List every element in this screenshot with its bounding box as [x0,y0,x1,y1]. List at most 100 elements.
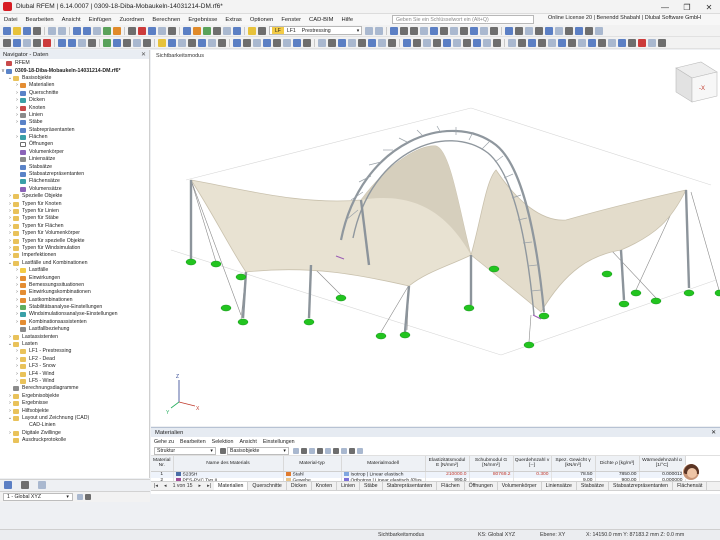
tree-item[interactable]: Berechnungsdiagramme [0,385,149,392]
tool-icon[interactable] [223,26,231,35]
tool-icon[interactable] [303,38,311,47]
minimize-button[interactable]: — [654,0,676,14]
close-button[interactable]: ✕ [698,0,720,14]
tool-icon[interactable] [515,26,524,35]
view-icon[interactable] [93,26,101,35]
table-cell[interactable]: 80769.2 [469,471,514,478]
print-icon[interactable] [33,26,41,35]
tree-item[interactable]: › Einwirkungen [0,274,149,281]
tree-item[interactable]: › Stäbe [0,119,149,126]
tree-item[interactable]: › LF3 - Snow [0,363,149,370]
tool-icon[interactable] [341,447,347,454]
tool-icon[interactable] [493,38,501,47]
tree-item[interactable]: › LF2 - Dead [0,356,149,363]
tool-icon[interactable] [33,38,41,47]
tree-item[interactable]: Öffnungen [0,141,149,148]
tool-icon[interactable] [253,38,261,47]
tree-item[interactable]: › Lastkombinationen [0,297,149,304]
filter-icon[interactable] [220,447,226,454]
view-icon[interactable] [73,26,81,35]
tool-icon[interactable] [565,26,574,35]
table-cell[interactable]: 1 [151,471,174,478]
tool-icon[interactable] [463,38,471,47]
tool-icon[interactable] [283,38,291,47]
table-cell[interactable]: 0.300 [513,471,552,478]
tool-icon[interactable] [420,26,429,35]
tree-item[interactable]: ⌄ Lasten [0,341,149,348]
panel-menu-settings[interactable]: Einstellungen [263,439,295,445]
tool-icon[interactable] [233,38,241,47]
tool-icon[interactable] [133,38,141,47]
column-header[interactable]: Querdehnzahl v [--] [513,456,552,472]
table-row[interactable]: 1 S235H Stahl Isotrop | Linear elastisch 210… [151,471,686,478]
tree-item[interactable]: › Ergebnisse [0,400,149,407]
tool-icon[interactable] [535,26,544,35]
tool-icon[interactable] [263,38,271,47]
tree-item[interactable]: ⌄ Layout und Zeichnung (CAD) [0,415,149,422]
column-header[interactable]: Spez. Gewicht γ [kN/m³] [551,456,596,472]
tree-item[interactable]: › Lastfälle [0,267,149,274]
tool-icon[interactable] [388,38,396,47]
tree-item[interactable]: Lastfallbeziehung [0,326,149,333]
tool-icon[interactable] [555,26,564,35]
tree-item[interactable]: › Kombinationsassistenten [0,319,149,326]
tool-icon[interactable] [198,38,206,47]
tool-icon[interactable] [525,26,534,35]
tool-icon[interactable] [318,38,326,47]
display-tab-icon[interactable] [21,481,29,489]
tool-icon[interactable] [317,447,323,454]
tree-item[interactable]: › Querschnitte [0,90,149,97]
load-case-select[interactable]: LF LF1 Prestressing ▾ [269,26,363,35]
tool-icon[interactable] [143,38,151,47]
tool-icon[interactable] [309,447,315,454]
calculate-icon[interactable] [103,26,111,35]
table-cell[interactable]: 0.000012 [639,471,686,478]
menu-extras[interactable]: Extras [221,17,245,23]
save-icon[interactable] [23,26,31,35]
tab-1[interactable]: Querschnitte [248,482,287,490]
tree-item[interactable]: Ausdruckprotokolle [0,437,149,444]
tool-icon[interactable] [188,38,196,47]
tool-icon[interactable] [85,494,91,500]
close-icon[interactable]: ✕ [141,51,146,58]
tool-icon[interactable] [233,26,241,35]
tab-10[interactable]: Liniensätze [542,482,577,490]
tab-7[interactable]: Flächen [437,482,465,490]
tool-icon[interactable] [193,26,201,35]
tool-icon[interactable] [548,38,556,47]
tool-icon[interactable] [390,26,399,35]
last-page-icon[interactable]: ▸| [204,483,214,489]
structure-filter-select[interactable]: Struktur ▾ [154,446,216,455]
next-icon[interactable] [375,26,384,35]
menu-hilfe[interactable]: Hilfe [338,17,358,23]
tool-icon[interactable] [433,38,441,47]
tool-icon[interactable] [430,26,439,35]
column-header[interactable]: Material Nr. [151,456,174,472]
tool-icon[interactable] [123,38,131,47]
tree-item[interactable]: › Digitale Zwillinge [0,430,149,437]
tool-icon[interactable] [410,26,419,35]
tool-icon[interactable] [208,38,216,47]
tree-item[interactable]: › Imperfektionen [0,252,149,259]
tab-6[interactable]: Stabrepräsentanten [383,482,438,490]
tool-icon[interactable] [508,38,516,47]
tool-icon[interactable] [558,38,566,47]
table-cell[interactable]: 210000.0 [425,471,470,478]
tree-item[interactable]: › Typen für Knoten [0,200,149,207]
tool-icon[interactable] [301,447,307,454]
object-filter-select[interactable]: Basisobjekte ▾ [227,446,289,455]
tree-item[interactable]: › Typen für Linien [0,208,149,215]
tree-item[interactable]: Liniensätze [0,156,149,163]
data-tab-icon[interactable] [4,481,12,489]
tool-icon[interactable] [43,38,51,47]
tool-icon[interactable] [403,38,411,47]
tool-icon[interactable] [453,38,461,47]
table-cell[interactable]: Stahl [283,471,342,478]
panel-menu-goto[interactable]: Gehe zu [154,439,174,445]
column-header[interactable]: Elastizitätsmodul E [N/mm²] [425,456,470,472]
tool-icon[interactable] [460,26,469,35]
tool-icon[interactable] [505,26,514,35]
tool-icon[interactable] [440,26,449,35]
tree-item[interactable]: › Linien [0,112,149,119]
tree-item[interactable]: Volumensätze [0,186,149,193]
